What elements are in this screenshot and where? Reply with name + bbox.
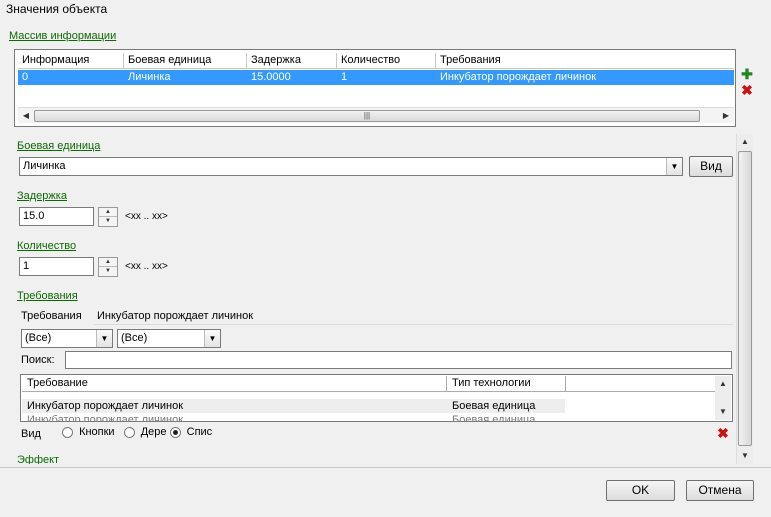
grid-vertical-scrollbar[interactable]: ▲ ▼ xyxy=(715,376,731,420)
view-mode-radio-group: Кнопки Дере Спис xyxy=(62,426,212,438)
scroll-thumb[interactable] xyxy=(738,151,752,446)
delay-label: Задержка xyxy=(17,190,67,202)
delay-stepper[interactable]: ▲ ▼ xyxy=(98,207,118,227)
column-header[interactable]: Боевая единица xyxy=(124,53,247,68)
radio-tree[interactable] xyxy=(123,426,135,438)
scroll-thumb[interactable]: ||| xyxy=(34,110,700,122)
table-cell: 0 xyxy=(22,71,29,83)
requirements-label: Требования xyxy=(17,290,78,302)
search-label: Поиск: xyxy=(21,354,55,366)
scroll-down-icon[interactable]: ▼ xyxy=(737,448,753,464)
requirements-field-value: Инкубатор порождает личинок xyxy=(94,308,733,325)
chevron-down-icon[interactable]: ▼ xyxy=(96,330,112,347)
view-unit-button[interactable]: Вид xyxy=(689,156,733,177)
ok-button[interactable]: OK xyxy=(606,480,675,501)
delete-row-icon[interactable]: ✖ xyxy=(740,83,754,97)
quantity-input[interactable]: 1 xyxy=(19,257,94,276)
effect-clip: Эффект xyxy=(0,454,736,464)
column-header[interactable]: Количество xyxy=(337,53,436,68)
window-title: Значения объекта xyxy=(0,0,771,18)
delay-range-hint: <xx .. xx> xyxy=(125,211,168,222)
spin-up-icon[interactable]: ▲ xyxy=(99,208,117,217)
table-cell: Боевая единица xyxy=(452,414,536,421)
quantity-stepper[interactable]: ▲ ▼ xyxy=(98,257,118,277)
effect-label: Эффект xyxy=(17,454,60,464)
unit-label: Боевая единица xyxy=(17,140,101,152)
form-vertical-scrollbar[interactable]: ▲ ▼ xyxy=(736,134,753,464)
scroll-left-icon[interactable]: ◀ xyxy=(19,109,33,123)
requirements-field-label: Требования xyxy=(21,310,82,322)
column-header[interactable]: Требования xyxy=(436,53,734,68)
delay-input[interactable]: 15.0 xyxy=(19,207,94,226)
scroll-up-icon[interactable]: ▲ xyxy=(715,376,731,392)
filter-select-1-value: (Все) xyxy=(25,332,52,344)
table-cell: 15.0000 xyxy=(251,71,291,83)
info-array-header: Информация Боевая единица Задержка Колич… xyxy=(18,53,734,69)
requirements-grid[interactable]: Требование Тип технологии Инкубатор поро… xyxy=(20,374,733,422)
spin-up-icon[interactable]: ▲ xyxy=(99,258,117,267)
cancel-button[interactable]: Отмена xyxy=(686,480,754,501)
info-array-list[interactable]: Информация Боевая единица Задержка Колич… xyxy=(14,49,736,127)
horizontal-scrollbar[interactable]: ◀ ||| ▶ xyxy=(18,107,734,123)
table-row[interactable]: Инкубатор порождает личинок Боевая едини… xyxy=(22,413,715,421)
table-cell: Инкубатор порождает личинок xyxy=(27,400,184,412)
filter-select-2[interactable]: (Все) ▼ xyxy=(117,329,221,348)
radio-label: Дере xyxy=(140,426,167,438)
column-header[interactable]: Информация xyxy=(18,53,124,68)
table-cell: 1 xyxy=(341,71,348,83)
column-header-empty xyxy=(566,376,715,391)
info-array-label: Массив информации xyxy=(9,30,117,42)
table-row[interactable]: Инкубатор порождает личинок Боевая едини… xyxy=(22,399,565,413)
table-cell: Личинка xyxy=(128,71,171,83)
radio-label: Кнопки xyxy=(79,426,115,438)
column-header[interactable]: Требование xyxy=(22,376,447,391)
requirements-grid-header: Требование Тип технологии xyxy=(22,376,715,392)
scroll-down-icon[interactable]: ▼ xyxy=(715,404,731,420)
radio-list[interactable] xyxy=(169,426,181,438)
search-input[interactable] xyxy=(65,351,732,369)
chevron-down-icon[interactable]: ▼ xyxy=(666,158,682,175)
quantity-range-hint: <xx .. xx> xyxy=(125,261,168,272)
radio-buttons[interactable] xyxy=(62,426,73,438)
scroll-up-icon[interactable]: ▲ xyxy=(737,134,753,150)
column-header[interactable]: Задержка xyxy=(247,53,337,68)
table-cell: Инкубатор порождает личинок xyxy=(440,71,597,83)
unit-select-value: Личинка xyxy=(23,160,66,172)
filter-select-2-value: (Все) xyxy=(121,332,148,344)
spin-down-icon[interactable]: ▼ xyxy=(99,267,117,276)
table-cell: Инкубатор порождает личинок xyxy=(27,414,184,421)
column-header[interactable]: Тип технологии xyxy=(447,376,566,391)
table-cell: Боевая единица xyxy=(452,400,536,412)
add-row-icon[interactable]: ✚ xyxy=(740,67,754,81)
table-row[interactable]: 0 Личинка 15.0000 1 Инкубатор порождает … xyxy=(18,70,734,85)
chevron-down-icon[interactable]: ▼ xyxy=(204,330,220,347)
unit-select[interactable]: Личинка ▼ xyxy=(19,157,683,176)
radio-label: Спис xyxy=(186,426,213,438)
scroll-right-icon[interactable]: ▶ xyxy=(719,109,733,123)
view-mode-label: Вид xyxy=(21,428,41,440)
quantity-label: Количество xyxy=(17,240,77,252)
filter-select-1[interactable]: (Все) ▼ xyxy=(21,329,113,348)
delete-requirement-icon[interactable]: ✖ xyxy=(716,426,730,440)
spin-down-icon[interactable]: ▼ xyxy=(99,217,117,226)
